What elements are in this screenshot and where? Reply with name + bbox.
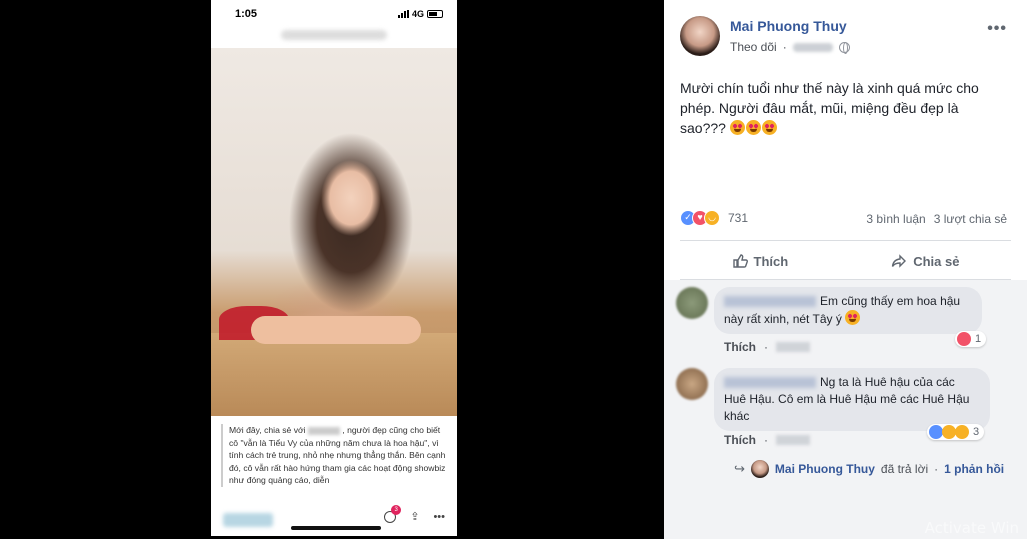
divider (680, 240, 1011, 241)
like-label: Thích (753, 253, 789, 269)
follow-row: Theo dõi · (730, 40, 850, 54)
reply-count: 1 phản hồi (944, 462, 1005, 476)
author-name[interactable]: Mai Phuong Thuy (730, 18, 847, 34)
home-indicator (291, 526, 381, 530)
replier-name: Mai Phuong Thuy (774, 462, 875, 476)
comment-reaction-count: 1 (975, 333, 982, 345)
engagement-counts: 3 bình luận 3 lượt chia sẻ (866, 212, 1007, 226)
comment-icon[interactable]: 3 (384, 504, 402, 523)
heart-eyes-emoji-icon (745, 120, 761, 135)
article-photo (211, 48, 457, 416)
blurred-commenter-name (724, 377, 816, 389)
shares-count[interactable]: 3 lượt chia sẻ (934, 212, 1007, 226)
thumbs-up-icon (732, 254, 748, 268)
blurred-timestamp (792, 42, 833, 52)
separator: · (764, 433, 768, 447)
more-options-icon[interactable]: ••• (987, 20, 1007, 38)
article-paragraph: Mới đây, chia sẻ với , người đẹp cũng ch… (221, 424, 451, 487)
blurred-time (776, 342, 810, 352)
share-button[interactable]: Chia sẻ (891, 253, 959, 269)
like-button[interactable]: Thích (732, 253, 789, 269)
more-icon[interactable]: ••• (433, 511, 445, 523)
clock: 1:05 (235, 8, 258, 20)
comment-like-button[interactable]: Thích (724, 340, 756, 354)
reaction-count: 731 (728, 211, 749, 225)
share-label: Chia sẻ (913, 253, 960, 269)
battery-icon (427, 10, 443, 18)
haha-reaction-icon: ◡ (704, 210, 720, 226)
comment: Ng ta là Huê hậu của các Huê Hậu. Cô em … (676, 368, 990, 431)
comment: Em cũng thấy em hoa hậu này rất xinh, né… (676, 287, 982, 334)
status-bar: 1:05 4G (211, 0, 457, 28)
reply-arrow-icon: ↪ (734, 461, 745, 476)
comment-like-button[interactable]: Thích (724, 433, 756, 447)
facebook-post: Mai Phuong Thuy Theo dõi · ••• Mười chín… (664, 0, 1027, 539)
heart-eyes-emoji-icon (845, 310, 861, 325)
photo-arm (251, 316, 421, 344)
comment-actions: Thích · (724, 340, 810, 354)
separator: · (782, 40, 787, 54)
reaction-summary[interactable]: ✓ ♥ ◡ 731 (680, 210, 748, 226)
comment-actions: Thích · (724, 433, 810, 447)
comment-reaction-badge[interactable]: 1 (955, 331, 987, 347)
post-text: Mười chín tuổi như thế này là xinh quá m… (680, 78, 1000, 138)
post-text-content: Mười chín tuổi như thế này là xinh quá m… (680, 80, 979, 136)
comment-reaction-badge[interactable]: 3 (927, 424, 985, 440)
article-text-start: Mới đây, chia sẻ với (229, 425, 306, 435)
comment-bubble: Ng ta là Huê hậu của các Huê Hậu. Cô em … (714, 368, 990, 431)
phone-screenshot: 1:05 4G Mới đây, chia sẻ với , người đẹp… (211, 0, 457, 536)
commenter-avatar[interactable] (676, 287, 708, 319)
heart-eyes-emoji-icon (942, 425, 956, 439)
phone-toolbar: 3 ⇪ ••• (384, 504, 445, 523)
signal-icon (397, 10, 409, 18)
love-reaction-icon (957, 332, 971, 346)
blurred-source (307, 426, 340, 435)
status-icons: 4G (397, 9, 443, 19)
blurred-commenter-name (724, 296, 816, 308)
reply-summary[interactable]: ↪ Mai Phuong Thuy đã trả lời · 1 phản hồ… (734, 460, 1004, 478)
windows-watermark: Activate Win (924, 519, 1019, 537)
network-label: 4G (411, 9, 424, 19)
heart-eyes-emoji-icon (761, 120, 777, 135)
photo-table (211, 333, 457, 416)
notification-badge: 3 (391, 504, 402, 515)
reply-text: đã trả lời (880, 462, 929, 476)
commenter-avatar[interactable] (676, 368, 708, 400)
separator: · (764, 340, 768, 354)
replier-avatar (750, 460, 769, 478)
like-reaction-icon (929, 425, 943, 439)
globe-icon (838, 41, 850, 54)
comments-count[interactable]: 3 bình luận (866, 212, 925, 226)
blurred-logo (223, 513, 273, 527)
reaction-icons: ✓ ♥ ◡ (680, 210, 720, 226)
comment-reaction-count: 3 (973, 426, 980, 438)
blurred-time (776, 435, 810, 445)
wow-reaction-icon (955, 425, 969, 439)
heart-eyes-emoji-icon (729, 120, 745, 135)
comment-bubble: Em cũng thấy em hoa hậu này rất xinh, né… (714, 287, 982, 334)
separator: · (934, 462, 939, 476)
blurred-header (281, 30, 387, 40)
follow-link[interactable]: Theo dõi (730, 40, 777, 54)
author-avatar[interactable] (680, 16, 720, 56)
action-bar: Thích Chia sẻ (680, 246, 1011, 276)
share-arrow-icon (892, 254, 907, 268)
share-icon[interactable]: ⇪ (410, 510, 419, 523)
